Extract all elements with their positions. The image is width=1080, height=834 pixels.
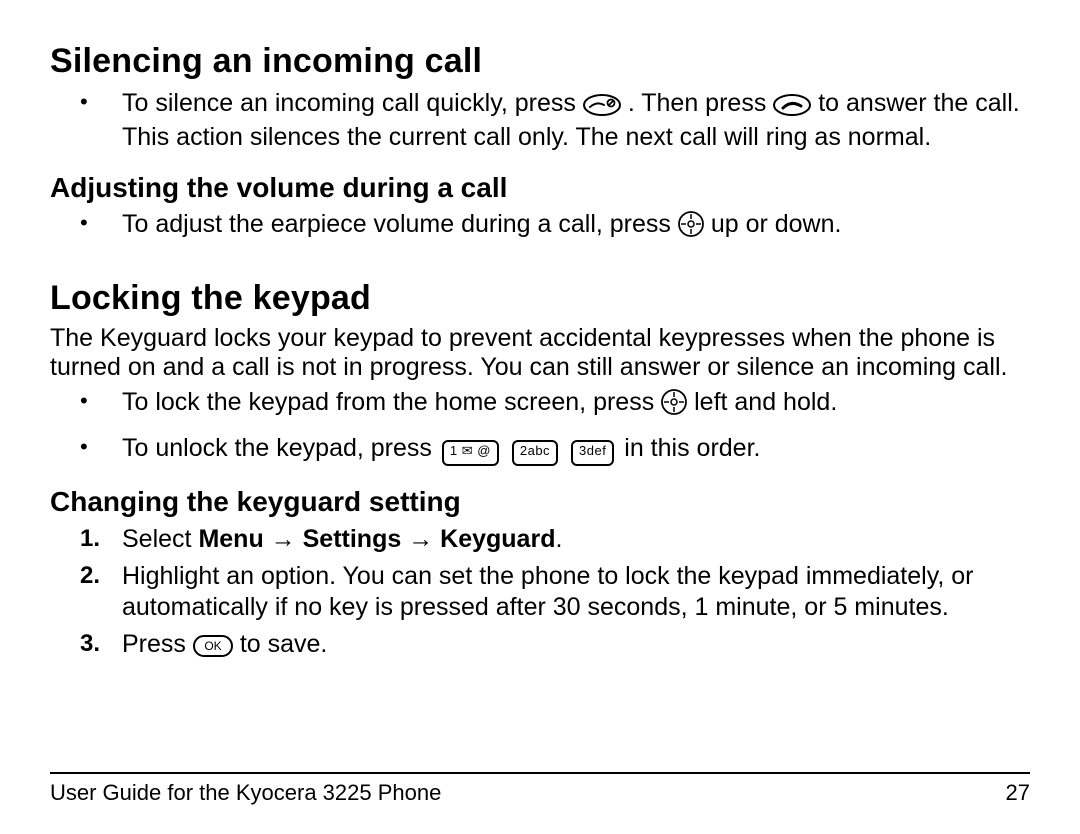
send-key-icon bbox=[773, 94, 811, 123]
key-1-icon: 1 ✉ @ bbox=[442, 440, 499, 466]
nav-key-icon bbox=[678, 211, 704, 244]
page: Silencing an incoming call To silence an… bbox=[0, 0, 1080, 834]
list-item: To unlock the keypad, press 1 ✉ @ 2abc 3… bbox=[50, 434, 1030, 466]
menu-label: Menu bbox=[198, 525, 263, 553]
list-item: To silence an incoming call quickly, pre… bbox=[50, 89, 1030, 152]
page-number: 27 bbox=[1006, 780, 1030, 806]
arrow-icon: → bbox=[401, 525, 440, 553]
text: Select bbox=[122, 525, 198, 553]
footer-title: User Guide for the Kyocera 3225 Phone bbox=[50, 780, 441, 806]
list-volume: To adjust the earpiece volume during a c… bbox=[50, 210, 1030, 244]
text: . Then press bbox=[628, 89, 773, 117]
text: To adjust the earpiece volume during a c… bbox=[122, 210, 678, 238]
key-3-icon: 3def bbox=[571, 440, 614, 466]
step: Press OK to save. bbox=[50, 629, 1030, 665]
text: left and hold. bbox=[694, 388, 837, 416]
list-item: To lock the keypad from the home screen,… bbox=[50, 388, 1030, 422]
heading-volume: Adjusting the volume during a call bbox=[50, 172, 1030, 204]
heading-locking: Locking the keypad bbox=[50, 279, 1030, 318]
nav-key-icon bbox=[661, 389, 687, 422]
text: to save. bbox=[240, 630, 328, 658]
ok-key-icon: OK bbox=[193, 634, 233, 665]
text: . bbox=[555, 525, 562, 553]
text: up or down. bbox=[711, 210, 842, 238]
step: Highlight an option. You can set the pho… bbox=[50, 561, 1030, 624]
arrow-icon: → bbox=[264, 525, 303, 553]
keyguard-label: Keyguard bbox=[440, 525, 555, 553]
list-item: To adjust the earpiece volume during a c… bbox=[50, 210, 1030, 244]
text: To silence an incoming call quickly, pre… bbox=[122, 89, 583, 117]
list-locking: To lock the keypad from the home screen,… bbox=[50, 388, 1030, 466]
step: Select Menu → Settings → Keyguard. bbox=[50, 524, 1030, 555]
heading-silencing: Silencing an incoming call bbox=[50, 42, 1030, 81]
text: To unlock the keypad, press bbox=[122, 434, 439, 462]
paragraph: The Keyguard locks your keypad to preven… bbox=[50, 324, 1030, 382]
end-call-key-icon bbox=[583, 94, 621, 123]
list-silencing: To silence an incoming call quickly, pre… bbox=[50, 89, 1030, 152]
text: Press bbox=[122, 630, 193, 658]
settings-label: Settings bbox=[303, 525, 402, 553]
key-2-icon: 2abc bbox=[512, 440, 558, 466]
text: in this order. bbox=[624, 434, 760, 462]
text: To lock the keypad from the home screen,… bbox=[122, 388, 661, 416]
page-footer: User Guide for the Kyocera 3225 Phone 27 bbox=[50, 772, 1030, 806]
svg-text:OK: OK bbox=[204, 639, 221, 653]
heading-keyguard-setting: Changing the keyguard setting bbox=[50, 486, 1030, 518]
steps-keyguard: Select Menu → Settings → Keyguard. Highl… bbox=[50, 524, 1030, 666]
